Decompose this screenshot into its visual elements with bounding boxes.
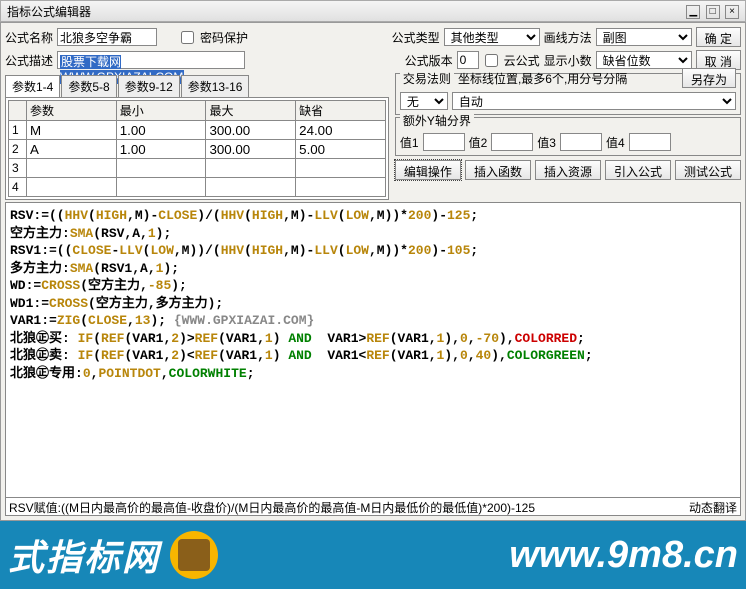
grid-row: 1 bbox=[9, 121, 386, 140]
type-select[interactable]: 其他类型 bbox=[444, 28, 540, 46]
extra-legend: 额外Y轴分界 bbox=[400, 112, 474, 129]
cloud-label: 云公式 bbox=[504, 52, 540, 69]
extra-fieldset: 额外Y轴分界 值1 值2 值3 值4 bbox=[395, 117, 741, 156]
status-bar: RSV赋值:((M日内最高价的最高值-收盘价)/(M日内最高价的最高值-M日内最… bbox=[5, 498, 741, 516]
def-cell[interactable] bbox=[299, 122, 382, 138]
rule-fieldset: 交易法则 坐标线位置,最多6个,用分号分隔 另存为 无 自动 bbox=[395, 73, 741, 115]
ok-button[interactable]: 确 定 bbox=[696, 27, 741, 47]
window-buttons: ▁ □ × bbox=[684, 3, 739, 19]
minimize-icon[interactable]: ▁ bbox=[686, 5, 700, 19]
max-cell[interactable] bbox=[209, 179, 292, 195]
cloud-checkbox[interactable] bbox=[485, 54, 498, 67]
rule-hint: 坐标线位置,最多6个,用分号分隔 bbox=[458, 70, 627, 87]
cancel-button[interactable]: 取 消 bbox=[696, 50, 741, 70]
ver-label: 公式版本 bbox=[405, 52, 453, 69]
ver-input[interactable] bbox=[457, 51, 479, 69]
code-editor[interactable]: RSV:=((HHV(HIGH,M)-CLOSE)/(HHV(HIGH,M)-L… bbox=[5, 202, 741, 498]
v2-input[interactable] bbox=[491, 133, 533, 151]
rule-select-1[interactable]: 无 bbox=[400, 92, 448, 110]
maximize-icon[interactable]: □ bbox=[706, 5, 720, 19]
v3-label: 值3 bbox=[537, 134, 556, 151]
pwd-label: 密码保护 bbox=[200, 29, 248, 46]
tab-params-9-12[interactable]: 参数9-12 bbox=[118, 75, 180, 97]
tab-params-5-8[interactable]: 参数5-8 bbox=[61, 75, 116, 97]
max-cell[interactable] bbox=[209, 141, 292, 157]
dec-select[interactable]: 缺省位数 bbox=[596, 51, 692, 69]
dec-label: 显示小数 bbox=[544, 52, 592, 69]
status-left: RSV赋值:((M日内最高价的最高值-收盘价)/(M日内最高价的最高值-M日内最… bbox=[9, 499, 535, 514]
insert-fn-button[interactable]: 插入函数 bbox=[465, 160, 531, 180]
param-cell[interactable] bbox=[30, 160, 113, 176]
param-area: 参数1-4 参数5-8 参数9-12 参数13-16 参数 最小 最大 缺省 1… bbox=[5, 73, 389, 200]
banner-right: www.9m8.cn bbox=[509, 534, 738, 577]
param-cell[interactable] bbox=[30, 122, 113, 138]
tab-params-1-4[interactable]: 参数1-4 bbox=[5, 75, 60, 97]
grid-header-row: 参数 最小 最大 缺省 bbox=[9, 101, 386, 121]
def-cell[interactable] bbox=[299, 141, 382, 157]
desc-input[interactable]: 股票下载网WWW.GPXIAZAI.COM bbox=[57, 51, 245, 69]
max-cell[interactable] bbox=[209, 160, 292, 176]
min-cell[interactable] bbox=[120, 141, 203, 157]
import-formula-button[interactable]: 引入公式 bbox=[605, 160, 671, 180]
saveas-button[interactable]: 另存为 bbox=[682, 68, 736, 88]
grid-row: 3 bbox=[9, 159, 386, 178]
rule-select-2[interactable]: 自动 bbox=[452, 92, 736, 110]
test-formula-button[interactable]: 测试公式 bbox=[675, 160, 741, 180]
def-cell[interactable] bbox=[299, 179, 382, 195]
edit-op-button[interactable]: 编辑操作 bbox=[395, 160, 461, 180]
v3-input[interactable] bbox=[560, 133, 602, 151]
window-title: 指标公式编辑器 bbox=[7, 3, 91, 20]
param-tabs: 参数1-4 参数5-8 参数9-12 参数13-16 bbox=[5, 75, 389, 97]
name-label: 公式名称 bbox=[5, 29, 53, 46]
param-cell[interactable] bbox=[30, 141, 113, 157]
tab-params-13-16[interactable]: 参数13-16 bbox=[181, 75, 250, 97]
v4-label: 值4 bbox=[606, 134, 625, 151]
insert-res-button[interactable]: 插入资源 bbox=[535, 160, 601, 180]
param-cell[interactable] bbox=[30, 179, 113, 195]
name-input[interactable] bbox=[57, 28, 157, 46]
draw-label: 画线方法 bbox=[544, 29, 592, 46]
v1-label: 值1 bbox=[400, 134, 419, 151]
close-icon[interactable]: × bbox=[725, 5, 739, 19]
title-bar: 指标公式编辑器 ▁ □ × bbox=[0, 0, 746, 22]
v2-label: 值2 bbox=[469, 134, 488, 151]
min-cell[interactable] bbox=[120, 179, 203, 195]
v1-input[interactable] bbox=[423, 133, 465, 151]
max-cell[interactable] bbox=[209, 122, 292, 138]
desc-label: 公式描述 bbox=[5, 52, 53, 69]
main-panel: 公式名称 密码保护 公式类型 其他类型 画线方法 副图 确 定 公式描述 股票下… bbox=[0, 22, 746, 521]
type-label: 公式类型 bbox=[392, 29, 440, 46]
rule-legend: 交易法则 bbox=[400, 70, 454, 87]
min-cell[interactable] bbox=[120, 122, 203, 138]
right-area: 交易法则 坐标线位置,最多6个,用分号分隔 另存为 无 自动 额外Y轴分界 值1… bbox=[395, 73, 741, 200]
param-grid: 参数 最小 最大 缺省 1 2 3 4 bbox=[5, 97, 389, 200]
pwd-checkbox[interactable] bbox=[181, 31, 194, 44]
banner-left: 式指标网 bbox=[8, 529, 160, 581]
logo-icon bbox=[170, 531, 218, 579]
def-cell[interactable] bbox=[299, 160, 382, 176]
grid-row: 4 bbox=[9, 178, 386, 197]
v4-input[interactable] bbox=[629, 133, 671, 151]
grid-row: 2 bbox=[9, 140, 386, 159]
watermark-banner: 式指标网 www.9m8.cn bbox=[0, 521, 746, 589]
draw-select[interactable]: 副图 bbox=[596, 28, 692, 46]
status-right: 动态翻译 bbox=[689, 499, 737, 514]
min-cell[interactable] bbox=[120, 160, 203, 176]
